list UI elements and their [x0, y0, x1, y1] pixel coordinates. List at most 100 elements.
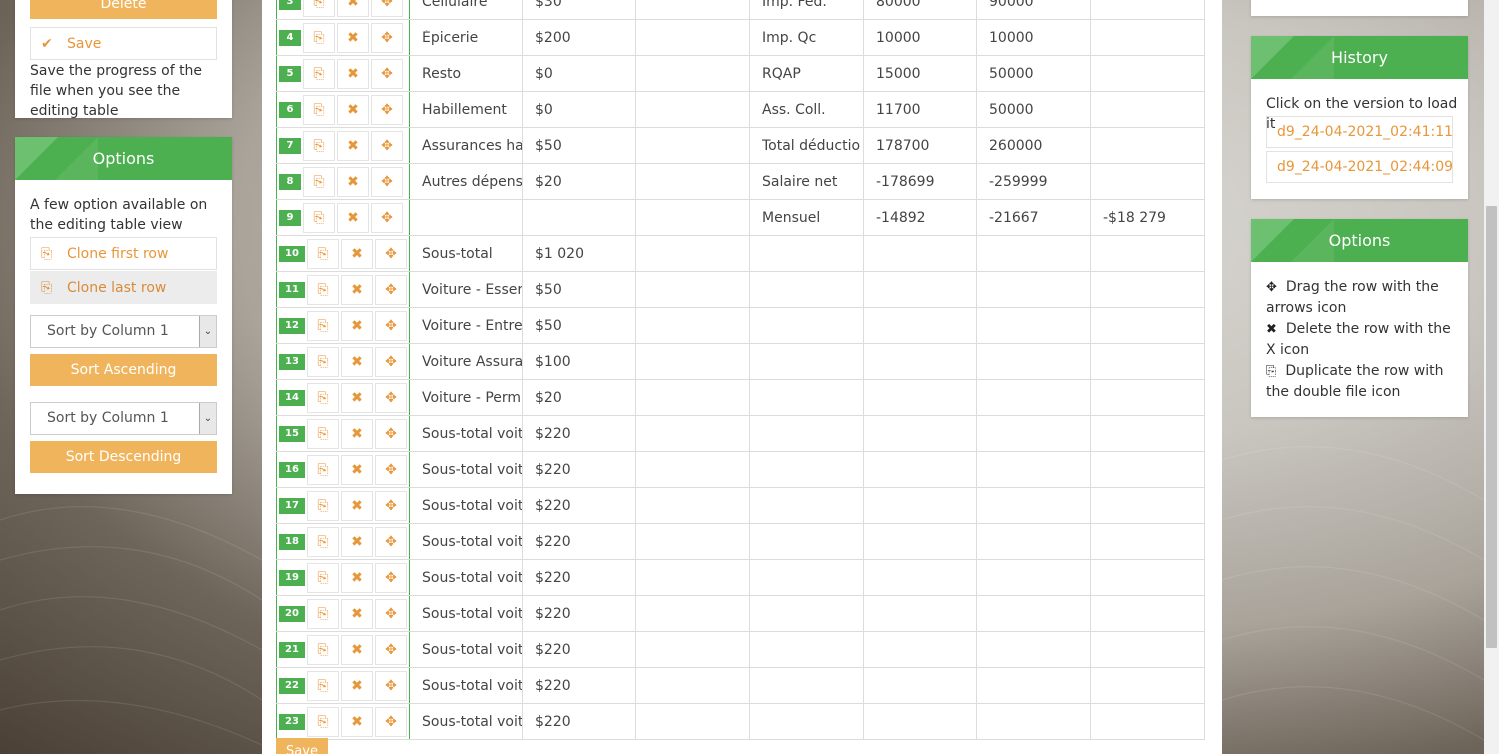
duplicate-row-icon[interactable]: ⎘ [307, 310, 339, 341]
save-link[interactable]: ✔ Save [30, 27, 217, 60]
table-cell[interactable] [976, 343, 1091, 380]
table-cell[interactable]: 178700 [863, 127, 977, 164]
table-cell[interactable]: $1 020 [522, 235, 636, 272]
table-cell[interactable] [635, 235, 750, 272]
move-row-icon[interactable]: ✥ [371, 94, 403, 125]
scrollbar-thumb[interactable] [1486, 206, 1497, 648]
table-cell[interactable] [1090, 559, 1205, 596]
table-cell[interactable] [1090, 235, 1205, 272]
table-cell[interactable] [1090, 703, 1205, 740]
table-cell[interactable] [863, 523, 977, 560]
duplicate-row-icon[interactable]: ⎘ [307, 526, 339, 557]
table-cell[interactable]: Voiture - Esser [409, 271, 523, 308]
table-cell[interactable] [635, 379, 750, 416]
table-cell[interactable]: $20 [522, 379, 636, 416]
table-cell[interactable] [976, 379, 1091, 416]
table-cell[interactable] [635, 343, 750, 380]
table-cell[interactable]: 11700 [863, 91, 977, 128]
table-cell[interactable] [1090, 631, 1205, 668]
move-row-icon[interactable]: ✥ [375, 346, 407, 377]
table-cell[interactable] [635, 199, 750, 236]
table-cell[interactable]: $200 [522, 19, 636, 56]
table-cell[interactable]: Resto [409, 55, 523, 92]
duplicate-row-icon[interactable]: ⎘ [307, 346, 339, 377]
table-row[interactable]: 3 ⎘ ✖ ✥ Cellulaire $30 Imp. Féd. 80000 90000 [276, 0, 1205, 20]
table-cell[interactable] [976, 235, 1091, 272]
table-cell[interactable] [522, 199, 636, 236]
table-cell[interactable]: $220 [522, 595, 636, 632]
delete-row-icon[interactable]: ✖ [341, 418, 373, 449]
duplicate-row-icon[interactable]: ⎘ [307, 238, 339, 269]
table-cell[interactable]: $220 [522, 415, 636, 452]
table-cell[interactable]: $50 [522, 271, 636, 308]
table-cell[interactable]: 15000 [863, 55, 977, 92]
move-row-icon[interactable]: ✥ [375, 238, 407, 269]
table-cell[interactable] [749, 451, 864, 488]
table-cell[interactable]: $220 [522, 703, 636, 740]
table-cell[interactable] [1090, 127, 1205, 164]
sort-descending-column-select[interactable]: Sort by Column 1 ⌄ [30, 402, 217, 435]
table-cell[interactable] [976, 415, 1091, 452]
duplicate-row-icon[interactable]: ⎘ [307, 274, 339, 305]
table-cell[interactable] [1090, 91, 1205, 128]
delete-row-icon[interactable]: ✖ [341, 382, 373, 413]
table-cell[interactable] [976, 307, 1091, 344]
move-row-icon[interactable]: ✥ [375, 526, 407, 557]
table-cell[interactable] [749, 271, 864, 308]
delete-row-icon[interactable]: ✖ [341, 526, 373, 557]
move-row-icon[interactable]: ✥ [375, 382, 407, 413]
table-cell[interactable]: Sous-total voit [409, 523, 523, 560]
table-cell[interactable] [1090, 19, 1205, 56]
table-cell[interactable] [1090, 271, 1205, 308]
table-cell[interactable]: Salaire net [749, 163, 864, 200]
save-table-button[interactable]: Save [276, 738, 328, 754]
delete-row-icon[interactable]: ✖ [337, 166, 369, 197]
table-cell[interactable]: Voiture - Permi [409, 379, 523, 416]
move-row-icon[interactable]: ✥ [375, 634, 407, 665]
table-cell[interactable]: Sous-total voit [409, 415, 523, 452]
table-cell[interactable]: Épicerie [409, 19, 523, 56]
move-row-icon[interactable]: ✥ [375, 670, 407, 701]
table-cell[interactable]: 80000 [863, 0, 977, 20]
delete-row-icon[interactable]: ✖ [341, 310, 373, 341]
move-row-icon[interactable]: ✥ [371, 0, 403, 17]
table-cell[interactable]: -$18 279 [1090, 199, 1205, 236]
duplicate-row-icon[interactable]: ⎘ [307, 454, 339, 485]
delete-row-icon[interactable]: ✖ [341, 274, 373, 305]
delete-row-icon[interactable]: ✖ [341, 490, 373, 521]
table-cell[interactable]: Sous-total voit [409, 667, 523, 704]
table-cell[interactable]: $220 [522, 523, 636, 560]
delete-row-icon[interactable]: ✖ [337, 0, 369, 17]
table-cell[interactable] [635, 523, 750, 560]
table-row[interactable]: 22 ⎘ ✖ ✥ Sous-total voit $220 [276, 667, 1205, 704]
move-row-icon[interactable]: ✥ [371, 22, 403, 53]
table-cell[interactable] [635, 487, 750, 524]
delete-row-icon[interactable]: ✖ [341, 706, 373, 737]
table-cell[interactable]: $220 [522, 559, 636, 596]
move-row-icon[interactable]: ✥ [375, 562, 407, 593]
move-row-icon[interactable]: ✥ [371, 130, 403, 161]
table-cell[interactable]: $100 [522, 343, 636, 380]
table-row[interactable]: 18 ⎘ ✖ ✥ Sous-total voit $220 [276, 523, 1205, 560]
table-cell[interactable]: $20 [522, 163, 636, 200]
table-cell[interactable] [976, 523, 1091, 560]
table-cell[interactable]: $220 [522, 487, 636, 524]
table-cell[interactable] [863, 667, 977, 704]
table-cell[interactable] [635, 19, 750, 56]
table-cell[interactable] [635, 631, 750, 668]
table-cell[interactable] [635, 127, 750, 164]
table-row[interactable]: 14 ⎘ ✖ ✥ Voiture - Permi $20 [276, 379, 1205, 416]
table-cell[interactable] [1090, 415, 1205, 452]
table-cell[interactable]: $220 [522, 631, 636, 668]
table-row[interactable]: 11 ⎘ ✖ ✥ Voiture - Esser $50 [276, 271, 1205, 308]
table-cell[interactable] [635, 163, 750, 200]
page-scrollbar[interactable] [1484, 0, 1499, 754]
move-row-icon[interactable]: ✥ [375, 274, 407, 305]
duplicate-row-icon[interactable]: ⎘ [307, 490, 339, 521]
duplicate-row-icon[interactable]: ⎘ [307, 418, 339, 449]
table-cell[interactable]: Imp. Qc [749, 19, 864, 56]
table-cell[interactable] [976, 595, 1091, 632]
table-cell[interactable]: $30 [522, 0, 636, 20]
table-row[interactable]: 6 ⎘ ✖ ✥ Habillement $0 Ass. Coll. 11700 50000 [276, 91, 1205, 128]
sort-ascending-column-select[interactable]: Sort by Column 1 ⌄ [30, 315, 217, 348]
